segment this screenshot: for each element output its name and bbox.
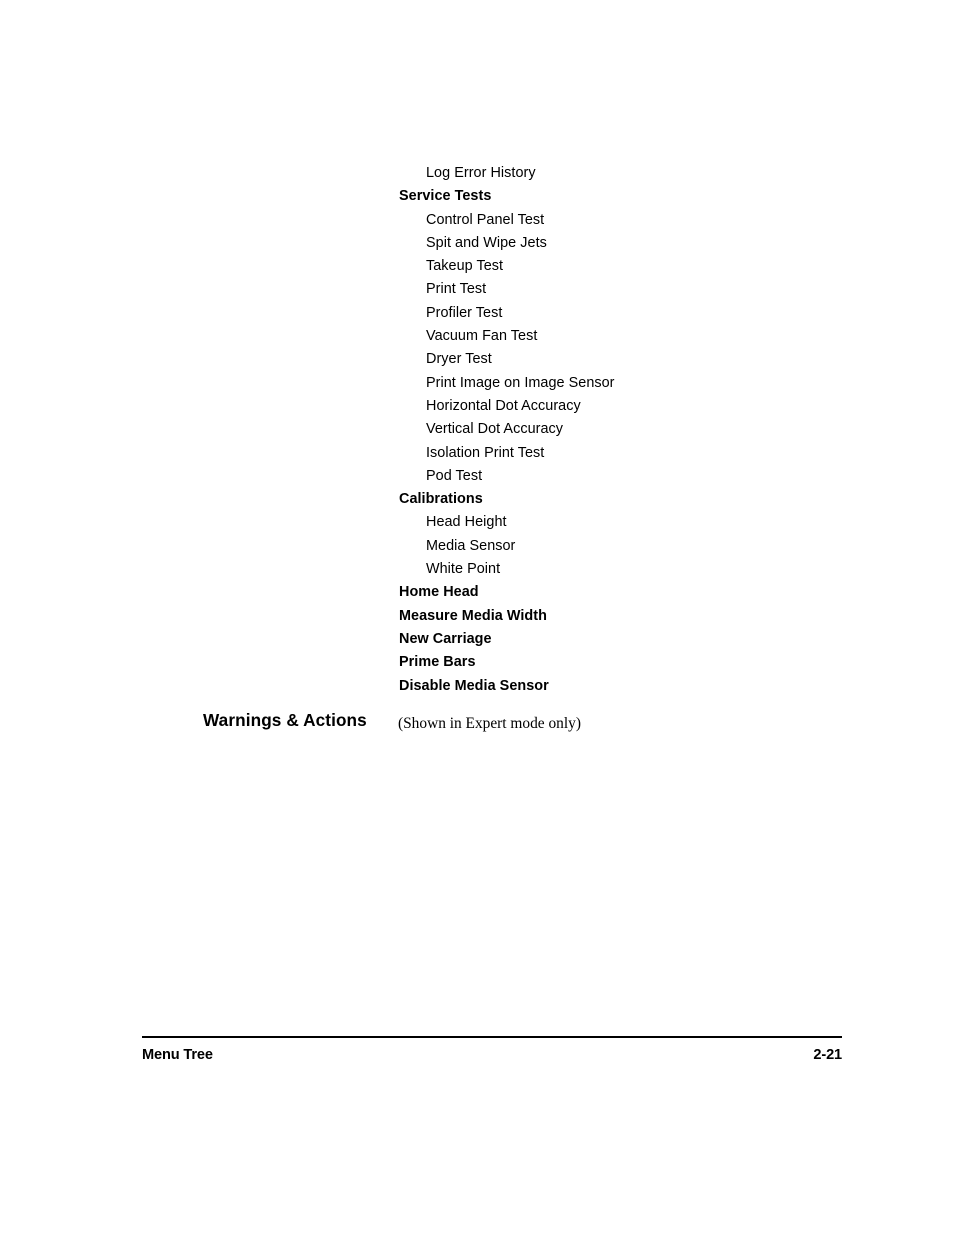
page-footer: Menu Tree 2-21 (142, 1044, 842, 1066)
expert-mode-note: (Shown in Expert mode only) (398, 715, 581, 732)
menu-tree-item: Pod Test (426, 467, 483, 484)
menu-tree-item: Isolation Print Test (426, 444, 545, 461)
menu-tree-item: Prime Bars (399, 654, 476, 671)
footer-chapter-title: Menu Tree (142, 1047, 213, 1063)
menu-tree-item: White Point (426, 561, 501, 578)
menu-tree-item: Print Image on Image Sensor (426, 374, 615, 391)
menu-tree-item: Measure Media Width (399, 607, 547, 624)
menu-tree-item: Control Panel Test (426, 211, 545, 228)
warnings-and-actions-section: Warnings & Actions (Shown in Expert mode… (0, 709, 954, 743)
menu-tree-list: Log Error History Service Tests Control Pa… (0, 162, 954, 698)
menu-tree-item: Service Tests (399, 188, 492, 205)
menu-tree-item: Print Test (426, 281, 487, 298)
footer-page-number: 2-21 (813, 1047, 842, 1063)
menu-tree-item: Home Head (399, 584, 479, 601)
menu-tree-item: Calibrations (399, 491, 483, 508)
menu-tree-item: Vacuum Fan Test (426, 328, 538, 345)
menu-tree-item: Dryer Test (426, 351, 492, 368)
menu-tree-item: Disable Media Sensor (399, 677, 549, 694)
menu-tree-item: Head Height (426, 514, 507, 531)
page-title: Warnings & Actions (203, 710, 367, 730)
menu-tree-item: Log Error History (426, 165, 536, 181)
footer-divider (142, 1036, 842, 1038)
menu-tree-item: Takeup Test (426, 258, 504, 275)
menu-tree-item: Media Sensor (426, 537, 516, 554)
menu-tree-item: Vertical Dot Accuracy (426, 421, 564, 438)
menu-tree-item: Horizontal Dot Accuracy (426, 397, 581, 414)
document-page: Log Error History Service Tests Control Pa… (0, 0, 954, 1235)
menu-tree-item: Profiler Test (426, 304, 503, 321)
menu-tree-item: Spit and Wipe Jets (426, 234, 547, 251)
menu-tree-item: New Carriage (399, 630, 492, 647)
